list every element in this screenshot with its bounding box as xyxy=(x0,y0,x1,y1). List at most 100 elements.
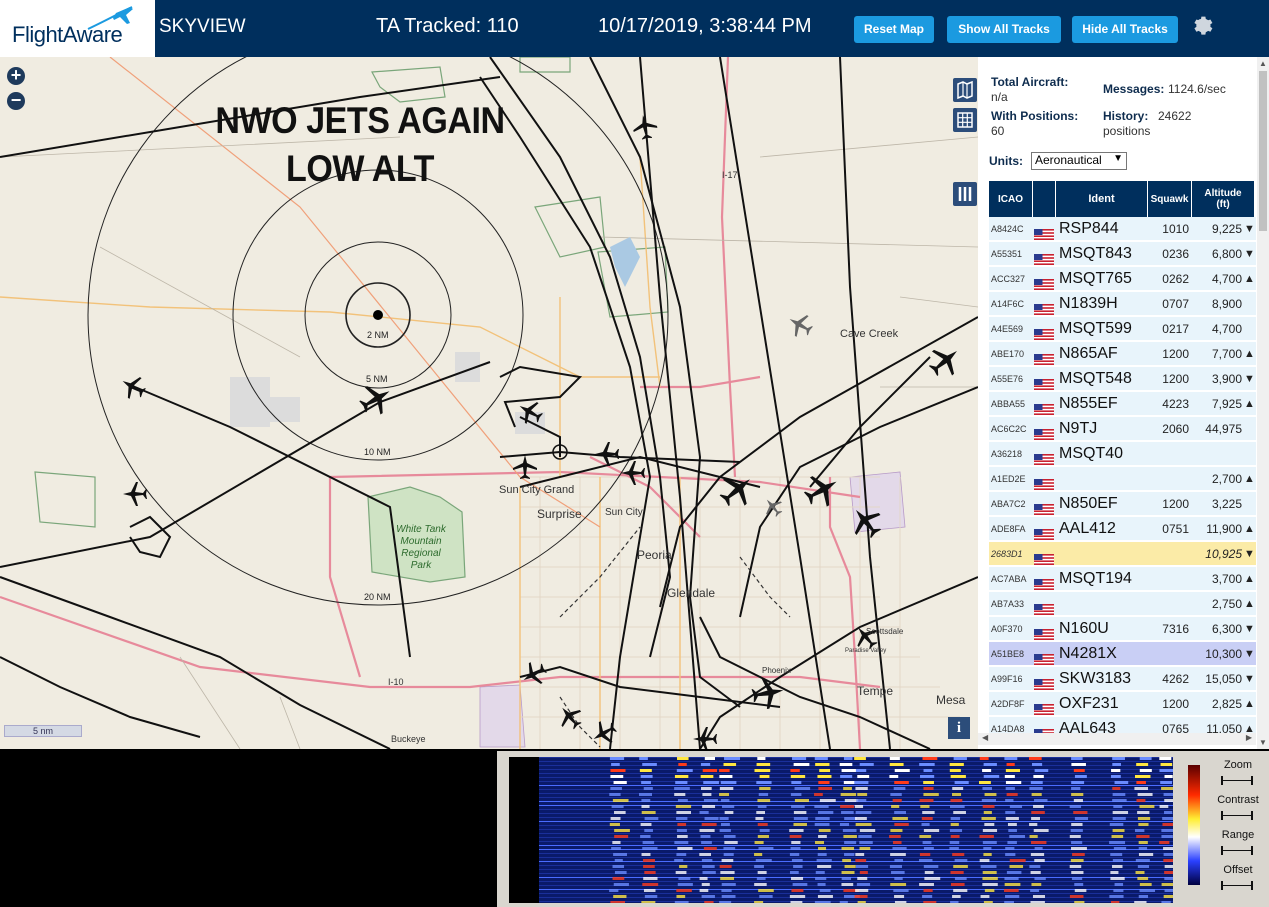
table-row[interactable]: ADE8FA AAL412 0751 11,900 ▲ xyxy=(989,517,1256,541)
spectrum-waterfall[interactable] xyxy=(509,757,1173,903)
altitude-cell: 7,700 xyxy=(1211,347,1242,361)
units-select[interactable]: Aeronautical ▼ xyxy=(1031,152,1127,170)
table-row[interactable]: ABA7C2 N850EF 1200 3,225 xyxy=(989,492,1256,516)
squawk-cell xyxy=(1151,467,1189,491)
vertical-scrollbar[interactable]: ▲ ▼ xyxy=(1257,57,1269,749)
ident-cell: MSQT765 xyxy=(1059,270,1132,287)
gear-icon[interactable] xyxy=(1189,14,1213,38)
altitude-trend-icon: ▼ xyxy=(1244,248,1255,260)
altitude-trend-icon: ▼ xyxy=(1244,623,1255,635)
ident-cell: SKW3183 xyxy=(1059,670,1132,687)
scroll-right-icon[interactable]: ▶ xyxy=(1246,733,1252,742)
zoom-in-button[interactable]: + xyxy=(7,66,25,85)
altitude-trend-icon: ▲ xyxy=(1244,523,1255,535)
table-row[interactable]: A99F16 SKW3183 4262 15,050 ▼ xyxy=(989,667,1256,691)
ident-cell: N850EF xyxy=(1059,495,1118,512)
table-row[interactable]: ABE170 N865AF 1200 7,700 ▲ xyxy=(989,342,1256,366)
ident-cell: AAL412 xyxy=(1059,520,1116,537)
history-label: History: xyxy=(1103,109,1149,123)
total-aircraft-value: n/a xyxy=(991,90,1008,104)
range-label-20nm: 20 NM xyxy=(364,592,391,602)
table-row[interactable]: ABBA55 N855EF 4223 7,925 ▲ xyxy=(989,392,1256,416)
contrast-label: Contrast xyxy=(1217,794,1259,806)
units-value: Aeronautical xyxy=(1035,153,1102,167)
col-squawk[interactable]: Squawk xyxy=(1148,181,1191,217)
squawk-cell: 1010 xyxy=(1162,222,1189,236)
icao-cell: A36218 xyxy=(991,449,1023,459)
table-row[interactable]: A55E76 MSQT548 1200 3,900 ▼ xyxy=(989,367,1256,391)
zoom-out-button[interactable]: − xyxy=(7,91,25,110)
scroll-up-icon[interactable]: ▲ xyxy=(1259,59,1267,68)
bottom-panel: Zoom Contrast Range Offset xyxy=(0,749,1269,907)
us-flag-icon xyxy=(1034,599,1054,615)
zoom-slider[interactable] xyxy=(1221,776,1253,785)
horizontal-scrollbar[interactable]: ◀ ▶ xyxy=(978,733,1256,745)
range-label: Range xyxy=(1221,829,1255,841)
aircraft-panel: Total Aircraft: n/a With Positions: 60 M… xyxy=(978,57,1269,749)
contrast-slider[interactable] xyxy=(1221,811,1253,820)
table-row[interactable]: A51BE8 N4281X 10,300 ▼ xyxy=(989,642,1256,666)
altitude-cell: 10,925 xyxy=(1205,547,1242,561)
altitude-cell: 3,700 xyxy=(1211,572,1242,586)
altitude-trend-icon: ▼ xyxy=(1244,673,1255,685)
squawk-cell: 0217 xyxy=(1162,322,1189,336)
table-row[interactable]: A36218 MSQT40 xyxy=(989,442,1256,466)
hide-all-tracks-button[interactable]: Hide All Tracks xyxy=(1072,16,1178,43)
col-icao[interactable]: ICAO xyxy=(989,181,1032,217)
table-row[interactable]: A8424C RSP844 1010 9,225 ▼ xyxy=(989,217,1256,241)
place-label: Cave Creek xyxy=(840,328,899,340)
table-row[interactable]: A2DF8F OXF231 1200 2,825 ▲ xyxy=(989,692,1256,716)
column-toggle-icon[interactable] xyxy=(953,182,977,206)
col-altitude[interactable]: Altitude (ft) xyxy=(1192,181,1254,217)
table-row[interactable]: A0F370 N160U 7316 6,300 ▼ xyxy=(989,617,1256,641)
place-label: Scottsdale xyxy=(866,627,904,636)
show-all-tracks-button[interactable]: Show All Tracks xyxy=(947,16,1061,43)
altitude-trend-icon: ▼ xyxy=(1244,648,1255,660)
scrollbar-thumb[interactable] xyxy=(1259,71,1267,231)
col-flag[interactable] xyxy=(1033,181,1055,217)
scroll-down-icon[interactable]: ▼ xyxy=(1259,738,1267,747)
us-flag-icon xyxy=(1034,249,1054,265)
reset-map-button[interactable]: Reset Map xyxy=(854,16,934,43)
ident-cell: MSQT548 xyxy=(1059,370,1132,387)
flightaware-logo[interactable]: FlightAware xyxy=(0,0,155,57)
table-row[interactable]: AC6C2C N9TJ 2060 44,975 xyxy=(989,417,1256,441)
grid-icon[interactable] xyxy=(953,108,977,132)
col-altitude-label: Altitude xyxy=(1204,188,1242,199)
table-row[interactable]: A4E569 MSQT599 0217 4,700 xyxy=(989,317,1256,341)
icao-cell: ADE8FA xyxy=(991,524,1026,534)
icao-cell: A1ED2E xyxy=(991,474,1026,484)
place-label: Mesa xyxy=(936,693,966,707)
icao-cell: AB7A33 xyxy=(991,599,1025,609)
table-row[interactable]: AC7ABA MSQT194 3,700 ▲ xyxy=(989,567,1256,591)
range-slider[interactable] xyxy=(1221,846,1253,855)
us-flag-icon xyxy=(1034,674,1054,690)
ident-cell: N160U xyxy=(1059,620,1109,637)
info-button[interactable]: i xyxy=(948,717,970,739)
spectrum-waterfall-panel: Zoom Contrast Range Offset xyxy=(497,751,1269,907)
us-flag-icon xyxy=(1034,349,1054,365)
table-row[interactable]: 2683D1 10,925 ▼ xyxy=(989,542,1256,566)
map-layers-icon[interactable] xyxy=(953,78,977,102)
table-row[interactable]: ACC327 MSQT765 0262 4,700 ▲ xyxy=(989,267,1256,291)
table-row[interactable]: A55351 MSQT843 0236 6,800 ▼ xyxy=(989,242,1256,266)
squawk-cell xyxy=(1151,442,1189,466)
squawk-cell: 7316 xyxy=(1162,622,1189,636)
map-view[interactable]: + − NWO JETS AGAIN LOW ALT 2 NM 5 NM 10 … xyxy=(0,57,978,749)
us-flag-icon xyxy=(1034,499,1054,515)
us-flag-icon xyxy=(1034,274,1054,290)
overlay-line-1: NWO JETS AGAIN xyxy=(215,100,505,141)
table-row[interactable]: A1ED2E 2,700 ▲ xyxy=(989,467,1256,491)
icao-cell: A14F6C xyxy=(991,299,1025,309)
altitude-trend-icon: ▲ xyxy=(1244,573,1255,585)
scroll-left-icon[interactable]: ◀ xyxy=(982,733,988,742)
altitude-trend-icon: ▲ xyxy=(1244,348,1255,360)
squawk-cell: 4223 xyxy=(1162,397,1189,411)
col-ident[interactable]: Ident xyxy=(1056,181,1147,217)
offset-slider[interactable] xyxy=(1221,881,1253,890)
table-row[interactable]: A14F6C N1839H 0707 8,900 xyxy=(989,292,1256,316)
altitude-cell: 11,900 xyxy=(1206,522,1242,536)
messages-value: 1124.6/sec xyxy=(1168,82,1226,96)
us-flag-icon xyxy=(1034,424,1054,440)
table-row[interactable]: AB7A33 2,750 ▲ xyxy=(989,592,1256,616)
